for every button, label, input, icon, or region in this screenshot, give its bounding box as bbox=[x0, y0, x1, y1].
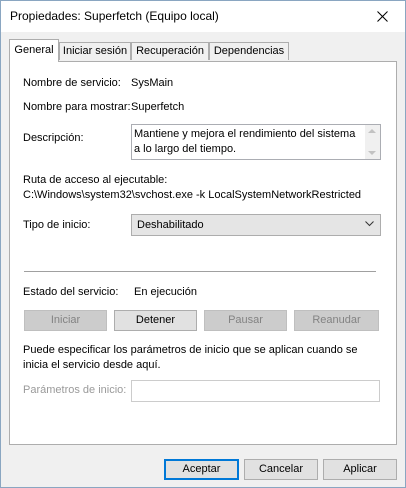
separator bbox=[24, 271, 376, 272]
start-parameters-input[interactable] bbox=[131, 380, 380, 402]
description-label: Descripción: bbox=[23, 132, 84, 144]
pause-button[interactable]: Pausar bbox=[204, 310, 287, 331]
start-parameters-label: Parámetros de inicio: bbox=[23, 384, 127, 396]
start-button[interactable]: Iniciar bbox=[24, 310, 107, 331]
startup-type-label: Tipo de inicio: bbox=[23, 219, 91, 231]
description-text: Mantiene y mejora el rendimiento del sis… bbox=[134, 128, 356, 155]
path-label: Ruta de acceso al ejecutable: bbox=[23, 174, 168, 186]
startup-type-dropdown[interactable]: Deshabilitado bbox=[131, 214, 381, 236]
general-panel: Nombre de servicio: SysMain Nombre para … bbox=[9, 61, 397, 445]
apply-button[interactable]: Aplicar bbox=[323, 459, 397, 480]
chevron-down-icon bbox=[365, 221, 374, 227]
description-textbox[interactable]: Mantiene y mejora el rendimiento del sis… bbox=[131, 124, 381, 160]
service-status-label: Estado del servicio: bbox=[23, 286, 119, 298]
title-bar: Propiedades: Superfetch (Equipo local) bbox=[1, 1, 405, 32]
display-name-label: Nombre para mostrar: bbox=[23, 101, 131, 113]
window-title: Propiedades: Superfetch (Equipo local) bbox=[10, 9, 219, 23]
scroll-up-arrow-icon[interactable] bbox=[368, 129, 376, 133]
cancel-button[interactable]: Cancelar bbox=[244, 459, 318, 480]
display-name-value: Superfetch bbox=[131, 101, 185, 113]
properties-dialog: Propiedades: Superfetch (Equipo local) G… bbox=[0, 0, 406, 488]
service-name-value: SysMain bbox=[131, 77, 174, 89]
description-scrollbar[interactable] bbox=[365, 125, 380, 159]
close-icon bbox=[376, 11, 388, 22]
tab-log-on[interactable]: Iniciar sesión bbox=[59, 42, 131, 60]
executable-path: C:\Windows\system32\svchost.exe -k Local… bbox=[23, 189, 362, 201]
scroll-down-arrow-icon[interactable] bbox=[368, 151, 376, 155]
startup-type-value: Deshabilitado bbox=[137, 219, 204, 231]
start-parameters-hint: Puede especificar los parámetros de inic… bbox=[23, 344, 358, 371]
ok-button[interactable]: Aceptar bbox=[164, 459, 239, 480]
tab-recovery[interactable]: Recuperación bbox=[131, 42, 209, 60]
service-name-label: Nombre de servicio: bbox=[23, 77, 121, 89]
close-button[interactable] bbox=[359, 1, 405, 32]
tab-dependencies[interactable]: Dependencias bbox=[209, 42, 289, 60]
service-status-value: En ejecución bbox=[134, 286, 197, 298]
tab-general[interactable]: General bbox=[9, 39, 59, 62]
stop-button[interactable]: Detener bbox=[114, 310, 197, 331]
resume-button[interactable]: Reanudar bbox=[294, 310, 379, 331]
